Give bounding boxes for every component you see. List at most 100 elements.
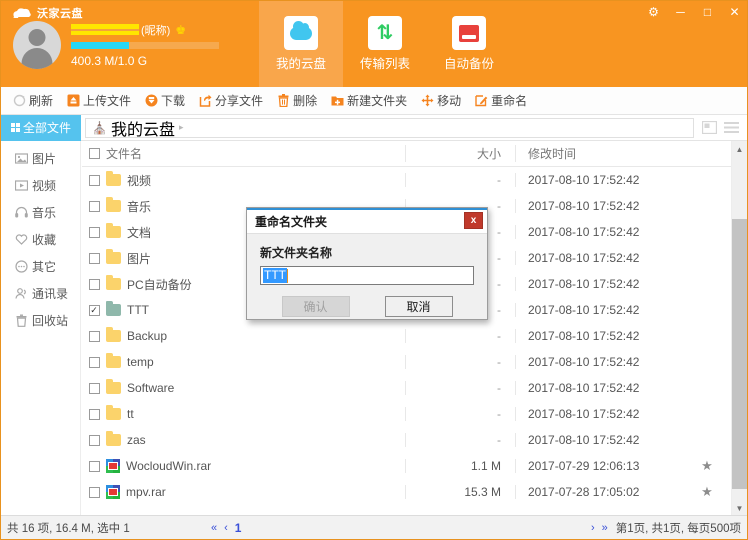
row-checkbox[interactable] — [88, 434, 100, 446]
new-folder-button[interactable]: 新建文件夹 — [325, 90, 413, 111]
row-checkbox[interactable] — [88, 460, 100, 472]
table-row[interactable]: WocloudWin.rar 1.1 M 2017-07-29 12:06:13 ★ — [82, 453, 747, 479]
file-list: 文件名 大小 修改时间 视频 -2017-08-10 17:52:42 音乐 -201… — [82, 141, 747, 516]
folder-icon — [106, 249, 121, 264]
all-files-label: 全部文件 — [22, 121, 71, 135]
row-checkbox-cell — [82, 434, 106, 446]
row-date: 2017-07-28 17:05:02 — [515, 485, 685, 499]
refresh-button[interactable]: 刷新 — [7, 90, 59, 111]
table-row[interactable]: 视频 -2017-08-10 17:52:42 — [82, 167, 747, 193]
sidebar-item-images[interactable]: 图片 — [1, 145, 80, 172]
table-row[interactable]: zas -2017-08-10 17:52:42 — [82, 427, 747, 453]
sidebar-item-contacts[interactable]: 通讯录 — [1, 280, 80, 307]
column-date[interactable]: 修改时间 — [515, 145, 685, 162]
minimize-icon[interactable]: ─ — [674, 6, 687, 18]
move-button[interactable]: 移动 — [415, 90, 467, 111]
row-checkbox[interactable] — [88, 330, 100, 342]
select-all-checkbox[interactable] — [88, 148, 100, 159]
row-checkbox[interactable]: ✓ — [88, 304, 100, 316]
column-name[interactable]: 文件名 — [106, 145, 405, 162]
tab-transfer-list[interactable]: ⇅ 传输列表 — [343, 1, 427, 87]
row-checkbox[interactable] — [88, 382, 100, 394]
star-icon[interactable]: ★ — [701, 484, 713, 499]
breadcrumb[interactable]: ⛪ 我的云盘 ▸ — [85, 116, 694, 140]
table-row[interactable]: Software -2017-08-10 17:52:42 — [82, 375, 747, 401]
folder-icon — [106, 301, 121, 316]
dialog-close-icon[interactable]: x — [464, 212, 483, 229]
row-checkbox-cell — [82, 486, 106, 498]
row-star-cell[interactable]: ★ — [685, 484, 729, 500]
maximize-icon[interactable]: □ — [701, 6, 714, 18]
sidebar-item-videos[interactable]: 视频 — [1, 172, 80, 199]
close-icon[interactable]: ✕ — [728, 6, 741, 18]
row-name-cell[interactable]: mpv.rar — [106, 485, 405, 499]
sidebar-item-recycle-bin-label: 回收站 — [32, 314, 69, 328]
scrollbar-thumb[interactable] — [732, 219, 747, 489]
row-checkbox[interactable] — [88, 252, 100, 264]
vertical-scrollbar[interactable]: ▲ ▼ — [731, 141, 747, 516]
folder-name-input[interactable]: TTT — [260, 266, 474, 285]
last-page-button[interactable]: » — [602, 522, 608, 534]
first-page-button[interactable]: « — [211, 522, 217, 534]
rename-button[interactable]: 重命名 — [469, 90, 533, 111]
row-name-cell[interactable]: Software — [106, 379, 405, 395]
download-button[interactable]: 下载 — [139, 90, 191, 111]
move-icon — [421, 94, 434, 107]
row-date: 2017-08-10 17:52:42 — [515, 225, 685, 239]
scroll-down-button[interactable]: ▼ — [732, 500, 747, 516]
column-size[interactable]: 大小 — [405, 145, 515, 162]
sidebar-item-favorites[interactable]: 收藏 — [1, 226, 80, 253]
row-name-cell[interactable]: temp — [106, 353, 405, 369]
table-row[interactable]: mpv.rar 15.3 M 2017-07-28 17:05:02 ★ — [82, 479, 747, 505]
prev-page-button[interactable]: ‹ — [224, 522, 228, 534]
all-files-button[interactable]: 全部文件 — [1, 114, 81, 141]
upload-label: 上传文件 — [83, 94, 132, 108]
view-list-icon[interactable] — [724, 121, 739, 134]
dialog-title: 重命名文件夹 — [255, 215, 328, 229]
row-name: tt — [127, 407, 134, 421]
star-icon[interactable]: ★ — [701, 458, 713, 473]
sidebar-item-other[interactable]: 其它 — [1, 253, 80, 280]
breadcrumb-bar: 全部文件 ⛪ 我的云盘 ▸ — [1, 114, 747, 141]
share-button[interactable]: 分享文件 — [193, 90, 269, 111]
video-icon — [15, 180, 28, 191]
tab-my-cloud[interactable]: 我的云盘 — [259, 1, 343, 87]
view-toggle — [702, 121, 747, 134]
upload-button[interactable]: 上传文件 — [61, 90, 137, 111]
sidebar-item-recycle-bin[interactable]: 回收站 — [1, 307, 80, 334]
scroll-up-button[interactable]: ▲ — [732, 141, 747, 157]
row-checkbox[interactable] — [88, 408, 100, 420]
app-header: 沃家云盘 18001114090 (昵称) ♚ 400.3 M/1.0 G — [1, 1, 747, 87]
table-row[interactable]: temp -2017-08-10 17:52:42 — [82, 349, 747, 375]
dialog-title-bar[interactable]: 重命名文件夹 x — [247, 210, 487, 234]
current-page-number[interactable]: 1 — [235, 521, 242, 535]
row-checkbox[interactable] — [88, 200, 100, 212]
row-name-cell[interactable]: WocloudWin.rar — [106, 459, 405, 473]
row-checkbox[interactable] — [88, 226, 100, 238]
row-name-cell[interactable]: zas — [106, 431, 405, 447]
folder-icon — [106, 405, 121, 420]
sidebar-item-music-label: 音乐 — [32, 206, 57, 220]
sidebar-item-music[interactable]: 音乐 — [1, 199, 80, 226]
breadcrumb-path[interactable]: 我的云盘 — [111, 116, 175, 140]
gear-icon[interactable]: ⚙ — [647, 6, 660, 18]
row-star-cell[interactable]: ★ — [685, 458, 729, 474]
row-name-cell[interactable]: 视频 — [106, 171, 405, 189]
row-checkbox[interactable] — [88, 174, 100, 186]
next-page-button[interactable]: › — [591, 522, 595, 534]
view-grid-icon[interactable] — [702, 121, 717, 134]
delete-button[interactable]: 删除 — [271, 90, 323, 111]
confirm-button[interactable]: 确认 — [281, 296, 350, 317]
row-name-cell[interactable]: Backup — [106, 327, 405, 343]
table-row[interactable]: Backup -2017-08-10 17:52:42 — [82, 323, 747, 349]
row-checkbox[interactable] — [88, 356, 100, 368]
row-name-cell[interactable]: tt — [106, 405, 405, 421]
window-controls: ⚙ ─ □ ✕ — [647, 6, 741, 18]
avatar[interactable] — [13, 21, 61, 69]
row-checkbox[interactable] — [88, 278, 100, 290]
row-name: PC自动备份 — [127, 277, 192, 292]
table-row[interactable]: tt -2017-08-10 17:52:42 — [82, 401, 747, 427]
row-checkbox[interactable] — [88, 486, 100, 498]
cancel-button[interactable]: 取消 — [384, 296, 453, 317]
tab-auto-backup[interactable]: 自动备份 — [427, 1, 511, 87]
